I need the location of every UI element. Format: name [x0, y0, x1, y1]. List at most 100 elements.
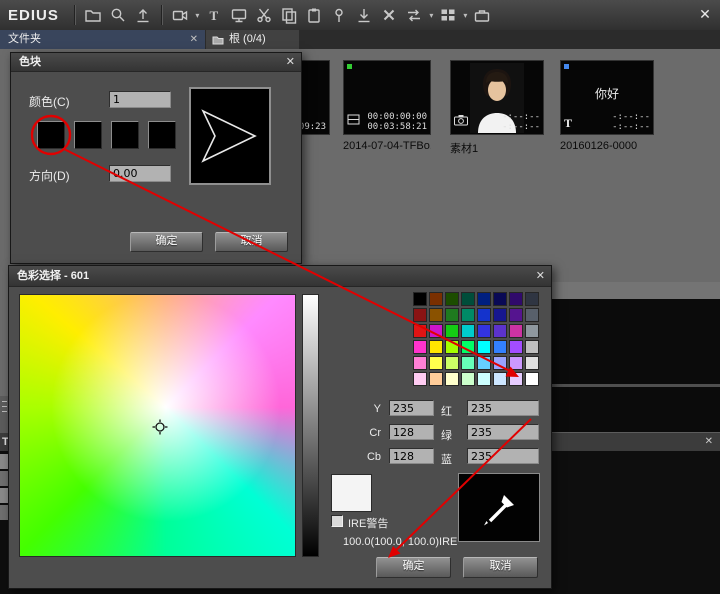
cr-input[interactable] — [389, 424, 434, 440]
add-title-icon[interactable]: T — [202, 3, 227, 27]
palette-swatch[interactable] — [429, 324, 443, 338]
import-icon[interactable] — [352, 3, 377, 27]
palette-swatch[interactable] — [461, 372, 475, 386]
ire-warning-checkbox[interactable] — [331, 515, 343, 527]
green-input[interactable] — [467, 424, 539, 440]
palette-swatch[interactable] — [509, 308, 523, 322]
hue-saturation-field[interactable] — [19, 294, 296, 557]
matte-cancel-button[interactable]: 取消 — [215, 232, 288, 252]
clip-item[interactable]: 00:00:00:0000:03:58:21 2014-07-04-TFBo..… — [343, 60, 431, 152]
palette-swatch[interactable] — [493, 356, 507, 370]
cb-input[interactable] — [389, 448, 434, 464]
palette-swatch[interactable] — [461, 324, 475, 338]
monitor-icon[interactable] — [227, 3, 252, 27]
palette-swatch[interactable] — [429, 340, 443, 354]
y-input[interactable] — [389, 400, 434, 416]
palette-swatch[interactable] — [445, 324, 459, 338]
palette-swatch[interactable] — [429, 356, 443, 370]
palette-swatch[interactable] — [525, 356, 539, 370]
palette-swatch[interactable] — [413, 356, 427, 370]
palette-swatch[interactable] — [413, 308, 427, 322]
palette-swatch[interactable] — [429, 292, 443, 306]
eyedropper-button[interactable] — [458, 473, 540, 542]
matte-ok-button[interactable]: 确定 — [130, 232, 203, 252]
palette-swatch[interactable] — [509, 356, 523, 370]
palette-swatch[interactable] — [445, 340, 459, 354]
palette-swatch[interactable] — [461, 308, 475, 322]
palette-swatch[interactable] — [413, 340, 427, 354]
swap-icon[interactable] — [402, 3, 427, 27]
palette-swatch[interactable] — [525, 292, 539, 306]
palette-swatch[interactable] — [477, 340, 491, 354]
matte-color-swatch[interactable] — [37, 121, 65, 149]
send-up-icon[interactable] — [131, 3, 156, 27]
matte-color-swatch[interactable] — [111, 121, 139, 149]
window-close-button[interactable]: ✕ — [694, 3, 716, 25]
palette-swatch[interactable] — [477, 356, 491, 370]
palette-swatch[interactable] — [477, 292, 491, 306]
blue-input[interactable] — [467, 448, 539, 464]
palette-swatch[interactable] — [525, 324, 539, 338]
palette-swatch[interactable] — [445, 356, 459, 370]
palette-swatch[interactable] — [493, 308, 507, 322]
layout-grid-icon[interactable] — [436, 3, 461, 27]
red-label: 红 — [441, 403, 452, 419]
palette-swatch[interactable] — [413, 372, 427, 386]
matte-dialog-titlebar[interactable]: 色块 ✕ — [11, 53, 301, 72]
palette-swatch[interactable] — [493, 292, 507, 306]
matte-color-swatch[interactable] — [74, 121, 102, 149]
palette-swatch[interactable] — [525, 372, 539, 386]
palette-swatch[interactable] — [477, 324, 491, 338]
palette-swatch[interactable] — [445, 372, 459, 386]
paste-icon[interactable] — [302, 3, 327, 27]
pin-icon[interactable] — [327, 3, 352, 27]
tab-close-icon[interactable]: ✕ — [190, 30, 198, 49]
capture-icon[interactable] — [168, 3, 193, 27]
copy-icon[interactable] — [277, 3, 302, 27]
palette-swatch[interactable] — [525, 340, 539, 354]
direction-input[interactable] — [109, 165, 171, 182]
palette-swatch[interactable] — [413, 292, 427, 306]
background-window-close[interactable]: ✕ — [705, 433, 713, 451]
toolbox-icon[interactable] — [470, 3, 495, 27]
palette-swatch[interactable] — [509, 340, 523, 354]
tab-root[interactable]: 根 (0/4) — [206, 30, 299, 49]
palette-swatch[interactable] — [413, 324, 427, 338]
palette-swatch[interactable] — [509, 292, 523, 306]
color-count-input[interactable] — [109, 91, 171, 108]
clip-item[interactable]: -:--:---:--:-- 素材1 — [450, 60, 544, 156]
search-icon[interactable] — [106, 3, 131, 27]
cut-icon[interactable] — [252, 3, 277, 27]
palette-swatch[interactable] — [477, 372, 491, 386]
palette-swatch[interactable] — [429, 308, 443, 322]
clip-label: 2014-07-04-TFBo... — [343, 140, 431, 152]
matte-dialog-close[interactable]: ✕ — [286, 53, 295, 71]
palette-swatch[interactable] — [461, 356, 475, 370]
matte-color-swatch[interactable] — [148, 121, 176, 149]
palette-swatch[interactable] — [493, 340, 507, 354]
tab-folder[interactable]: 文件夹 ✕ — [0, 30, 205, 49]
folder-icon[interactable] — [81, 3, 106, 27]
palette-swatch[interactable] — [509, 324, 523, 338]
dropdown-caret[interactable] — [427, 11, 436, 20]
palette-swatch[interactable] — [445, 292, 459, 306]
delete-icon[interactable] — [377, 3, 402, 27]
palette-swatch[interactable] — [461, 340, 475, 354]
red-input[interactable] — [467, 400, 539, 416]
clip-item[interactable]: 你好 T -:--:---:--:-- 20160126-0000 — [560, 60, 654, 152]
palette-swatch[interactable] — [493, 324, 507, 338]
dropdown-caret[interactable] — [193, 11, 202, 20]
palette-swatch[interactable] — [525, 308, 539, 322]
palette-swatch[interactable] — [493, 372, 507, 386]
palette-swatch[interactable] — [461, 292, 475, 306]
palette-swatch[interactable] — [429, 372, 443, 386]
picker-dialog-titlebar[interactable]: 色彩选择 - 601 ✕ — [9, 266, 551, 287]
picker-dialog-close[interactable]: ✕ — [536, 266, 545, 286]
palette-swatch[interactable] — [509, 372, 523, 386]
palette-swatch[interactable] — [445, 308, 459, 322]
palette-swatch[interactable] — [477, 308, 491, 322]
picker-cancel-button[interactable]: 取消 — [463, 557, 538, 578]
dropdown-caret[interactable] — [461, 11, 470, 20]
luminance-slider[interactable] — [302, 294, 319, 557]
picker-ok-button[interactable]: 确定 — [376, 557, 451, 578]
